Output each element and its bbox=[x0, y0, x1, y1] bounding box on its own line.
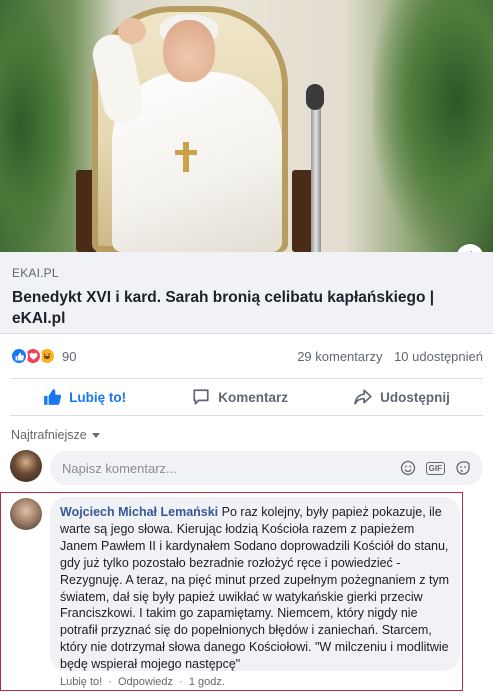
head bbox=[163, 20, 215, 82]
like-button-label: Lubię to! bbox=[69, 389, 127, 405]
link-domain: EKAI.PL bbox=[12, 266, 59, 280]
pectoral-cross bbox=[183, 142, 189, 172]
comment-filter-dropdown[interactable]: Najtrafniejsze bbox=[11, 428, 100, 442]
microphone-stand bbox=[311, 88, 321, 252]
like-icon bbox=[10, 347, 28, 365]
reactions-group[interactable]: 90 bbox=[10, 347, 76, 365]
caret-down-icon bbox=[91, 432, 100, 438]
avatar[interactable] bbox=[10, 450, 42, 482]
separator-dot: · bbox=[179, 676, 183, 688]
separator-dot: · bbox=[108, 676, 112, 688]
shares-count[interactable]: 10 udostępnień bbox=[394, 349, 483, 364]
comment-text: Po raz kolejny, były papież pokazuje, il… bbox=[60, 505, 450, 672]
link-preview-caption[interactable]: EKAI.PL Benedykt XVI i kard. Sarah broni… bbox=[0, 252, 493, 334]
share-button[interactable]: Udostępnij bbox=[354, 388, 450, 406]
engagement-counts: 29 komentarzy 10 udostępnień bbox=[297, 349, 483, 364]
comment-timestamp[interactable]: 1 godz. bbox=[189, 676, 225, 688]
share-icon bbox=[354, 389, 372, 405]
comments-count[interactable]: 29 komentarzy bbox=[297, 349, 382, 364]
share-button-label: Udostępnij bbox=[380, 389, 450, 405]
comment-input-placeholder: Napisz komentarz... bbox=[62, 460, 177, 476]
sticker-icon[interactable] bbox=[455, 460, 471, 476]
avatar[interactable] bbox=[10, 498, 42, 530]
reaction-count: 90 bbox=[62, 348, 77, 364]
reactions-summary: 90 29 komentarzy 10 udostępnień bbox=[0, 336, 493, 376]
foliage-right bbox=[373, 0, 493, 252]
link-preview-image[interactable] bbox=[0, 0, 493, 252]
gif-icon[interactable]: GIF bbox=[425, 461, 445, 475]
comment-button-label: Komentarz bbox=[218, 389, 288, 405]
raised-hand bbox=[118, 18, 146, 44]
foliage-left bbox=[0, 0, 70, 252]
comment-like-link[interactable]: Lubię to! bbox=[60, 676, 102, 688]
comment-button[interactable]: Komentarz bbox=[192, 388, 288, 406]
microphone bbox=[306, 84, 324, 110]
composer-tools: GIF bbox=[400, 460, 471, 476]
comment-reply-link[interactable]: Odpowiedz bbox=[118, 676, 173, 688]
pectoral-cross-bar bbox=[175, 150, 197, 155]
comment-filter-label: Najtrafniejsze bbox=[11, 428, 87, 442]
post-action-bar: Lubię to! Komentarz Udostępnij bbox=[10, 378, 483, 416]
comment-input[interactable]: Napisz komentarz... GIF bbox=[50, 451, 483, 485]
comment-meta: Lubię to! · Odpowiedz · 1 godz. bbox=[60, 676, 225, 688]
comment-bubble: Wojciech Michał Lemański Po raz kolejny,… bbox=[50, 497, 460, 671]
link-title[interactable]: Benedykt XVI i kard. Sarah bronią celiba… bbox=[12, 287, 481, 329]
comment-icon bbox=[193, 389, 209, 405]
comment-author[interactable]: Wojciech Michał Lemański bbox=[60, 505, 218, 519]
thumbs-up-icon bbox=[44, 389, 62, 405]
emoji-icon[interactable] bbox=[400, 460, 416, 476]
like-button[interactable]: Lubię to! bbox=[43, 388, 126, 406]
